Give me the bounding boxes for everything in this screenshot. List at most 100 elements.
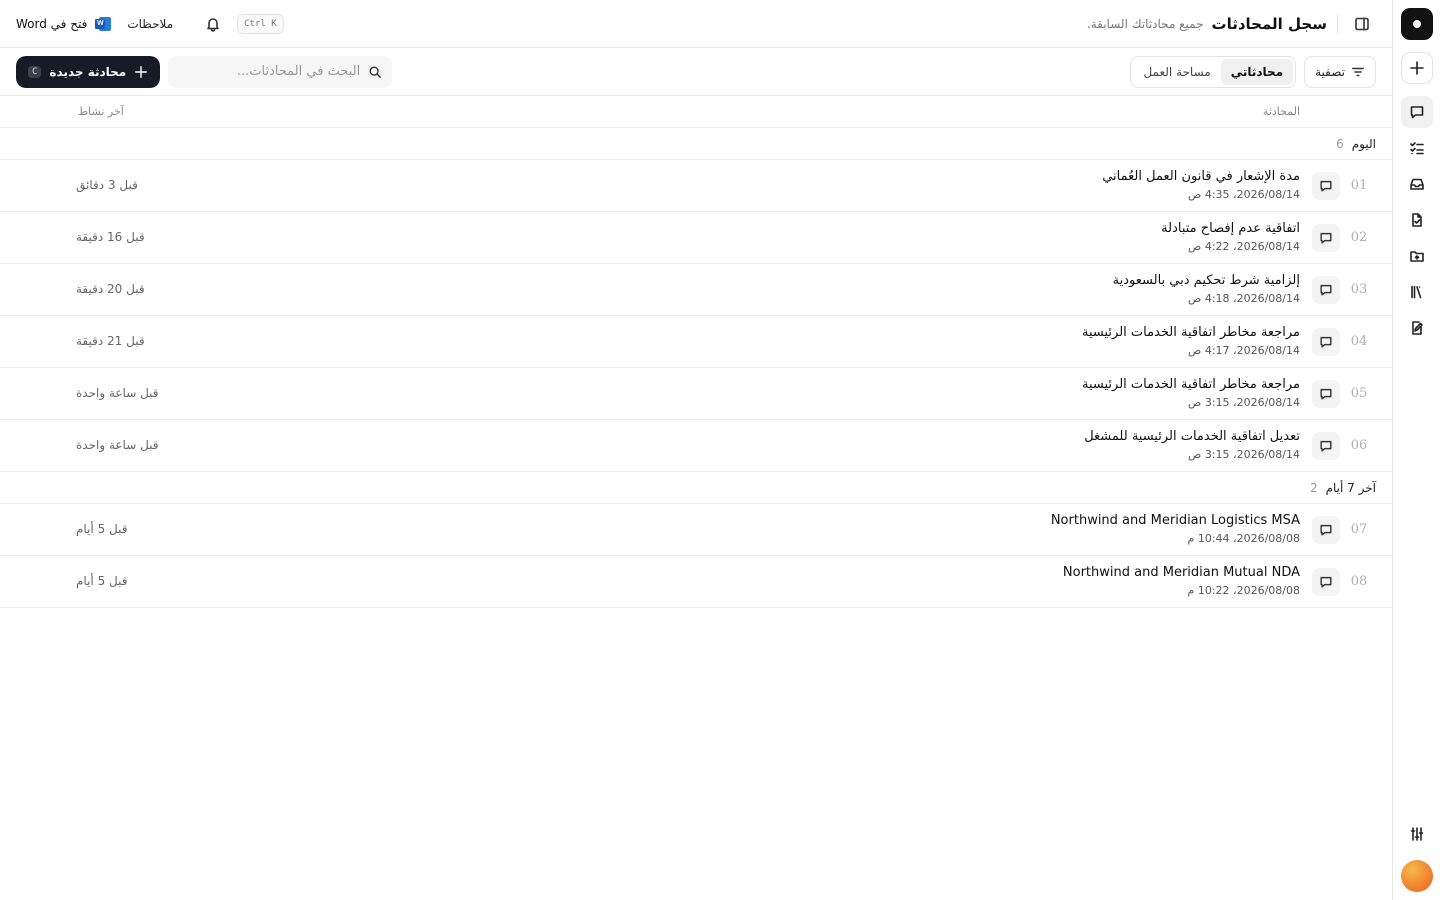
page-title: سجل المحادثات <box>1211 14 1327 33</box>
new-item-button[interactable] <box>1400 52 1433 84</box>
row-date: 2026/08/08، 10:22 م <box>1187 584 1300 597</box>
table-header: المحادثة آخر نشاط <box>0 96 1392 128</box>
row-last-activity: قبل 5 أيام <box>76 574 128 588</box>
row-number: 01 <box>1350 178 1368 193</box>
word-icon: W <box>95 16 112 32</box>
plus-icon <box>1409 61 1424 75</box>
table-row[interactable]: 01 مدة الإشعار في قانون العمل العُماني 2… <box>0 160 1392 212</box>
table-row[interactable]: 08 Northwind and Meridian Mutual NDA 202… <box>0 556 1392 608</box>
table-row[interactable]: 02 اتفاقية عدم إفصاح متبادلة 2026/08/14،… <box>0 212 1392 264</box>
row-title: مدة الإشعار في قانون العمل العُماني <box>1102 169 1300 184</box>
row-date: 2026/08/14، 4:17 ص <box>1188 344 1300 357</box>
group-count: 6 <box>1336 136 1344 151</box>
row-last-activity: قبل 20 دقيقة <box>76 282 145 296</box>
group-label: اليوم <box>1351 136 1376 151</box>
row-number: 02 <box>1350 230 1368 245</box>
row-last-activity: قبل 16 دقيقة <box>76 230 145 244</box>
row-last-activity: قبل ساعة واحدة <box>76 438 159 452</box>
conversation-icon <box>1312 568 1340 596</box>
row-date: 2026/08/14، 4:35 ص <box>1188 188 1300 201</box>
table-row[interactable]: 06 تعديل اتفاقية الخدمات الرئيسية للمشغل… <box>0 420 1392 472</box>
bell-icon <box>207 17 219 32</box>
app-logo-icon[interactable] <box>1400 8 1433 40</box>
scope-tabs: محادثاتي مساحة العمل <box>1130 55 1297 88</box>
conversation-icon <box>1312 516 1340 544</box>
group-header-today: اليوم 6 <box>0 128 1392 160</box>
edit-document-icon <box>1411 321 1423 335</box>
rail-inbox[interactable] <box>1401 168 1433 200</box>
checklist-icon <box>1409 142 1424 155</box>
rail-library[interactable] <box>1401 276 1433 308</box>
row-number: 03 <box>1350 282 1368 297</box>
command-shortcut[interactable]: Ctrl K <box>237 13 284 34</box>
row-date: 2026/08/14، 4:18 ص <box>1188 292 1300 305</box>
plus-icon <box>135 65 148 78</box>
group-header-last-7-days: آخر 7 أيام 2 <box>0 472 1392 504</box>
row-last-activity: قبل 21 دقيقة <box>76 334 145 348</box>
rail-folders[interactable] <box>1401 240 1433 272</box>
row-date: 2026/08/14، 3:15 ص <box>1188 396 1300 409</box>
inbox-icon <box>1409 178 1424 190</box>
document-icon <box>1411 213 1422 227</box>
conversation-icon <box>1312 380 1340 408</box>
group-count: 2 <box>1309 480 1318 495</box>
search-box <box>168 55 393 88</box>
open-in-word-button[interactable]: W فتح في Word <box>16 16 112 32</box>
notes-button[interactable]: ملاحظات <box>127 17 173 31</box>
table-row[interactable]: 03 إلزامية شرط تحكيم دبي بالسعودية 2026/… <box>0 264 1392 316</box>
row-title: مراجعة مخاطر اتفاقية الخدمات الرئيسية <box>1082 377 1300 392</box>
row-last-activity: قبل 5 أيام <box>76 522 128 536</box>
table-row[interactable]: 07 Northwind and Meridian Logistics MSA … <box>0 504 1392 556</box>
new-conversation-shortcut: C <box>28 65 42 78</box>
row-number: 05 <box>1350 386 1368 401</box>
avatar[interactable] <box>1400 860 1433 892</box>
search-icon <box>369 65 382 78</box>
row-number: 07 <box>1350 522 1368 537</box>
row-number: 08 <box>1350 574 1368 589</box>
row-date: 2026/08/14، 3:15 ص <box>1188 448 1300 461</box>
rail-chat[interactable] <box>1400 96 1433 128</box>
toolbar: تصفية محادثاتي مساحة العمل محادثة جديدة … <box>0 48 1392 96</box>
sidebar-toggle-icon <box>1355 17 1369 30</box>
new-conversation-label: محادثة جديدة <box>49 64 127 79</box>
rail-documents[interactable] <box>1401 204 1433 236</box>
main-content: سجل المحادثات جميع محادثاتك السابقة. Ctr… <box>0 0 1392 900</box>
rail-editor[interactable] <box>1401 312 1433 344</box>
row-title: إلزامية شرط تحكيم دبي بالسعودية <box>1112 273 1300 288</box>
row-title: Northwind and Meridian Mutual NDA <box>1062 565 1300 580</box>
row-last-activity: قبل ساعة واحدة <box>76 386 159 400</box>
filter-icon <box>1352 67 1364 76</box>
rail-settings[interactable] <box>1401 818 1433 850</box>
table-row[interactable]: 04 مراجعة مخاطر اتفاقية الخدمات الرئيسية… <box>0 316 1392 368</box>
sidebar-toggle-button[interactable] <box>1348 10 1376 38</box>
search-input[interactable] <box>190 64 361 79</box>
row-date: 2026/08/14، 4:22 ص <box>1188 240 1300 253</box>
side-rail <box>1392 0 1440 900</box>
row-title: تعديل اتفاقية الخدمات الرئيسية للمشغل <box>1084 429 1300 444</box>
row-date: 2026/08/08، 10:44 م <box>1187 532 1300 545</box>
tab-my-conversations[interactable]: محادثاتي <box>1220 58 1294 85</box>
filter-label: تصفية <box>1315 64 1345 79</box>
column-last-activity: آخر نشاط <box>78 105 124 118</box>
filter-button[interactable]: تصفية <box>1304 55 1376 88</box>
chat-icon <box>1410 106 1423 119</box>
page-subtitle: جميع محادثاتك السابقة. <box>1086 16 1204 31</box>
rail-tasks[interactable] <box>1401 132 1433 164</box>
notifications-button[interactable] <box>199 10 227 38</box>
top-bar: سجل المحادثات جميع محادثاتك السابقة. Ctr… <box>0 0 1392 48</box>
library-icon <box>1410 285 1421 299</box>
row-title: اتفاقية عدم إفصاح متبادلة <box>1161 221 1300 236</box>
table-row[interactable]: 05 مراجعة مخاطر اتفاقية الخدمات الرئيسية… <box>0 368 1392 420</box>
conversation-icon <box>1312 224 1340 252</box>
row-number: 06 <box>1350 438 1368 453</box>
conversation-icon <box>1312 276 1340 304</box>
folder-icon <box>1409 251 1424 262</box>
row-title: Northwind and Meridian Logistics MSA <box>1050 513 1300 528</box>
conversation-icon <box>1312 328 1340 356</box>
open-in-word-label: فتح في Word <box>16 16 88 31</box>
sliders-icon <box>1410 827 1423 841</box>
new-conversation-button[interactable]: محادثة جديدة C <box>16 55 161 88</box>
column-conversation: المحادثة <box>1262 105 1300 118</box>
tab-workspace[interactable]: مساحة العمل <box>1133 59 1220 85</box>
row-number: 04 <box>1350 334 1368 349</box>
